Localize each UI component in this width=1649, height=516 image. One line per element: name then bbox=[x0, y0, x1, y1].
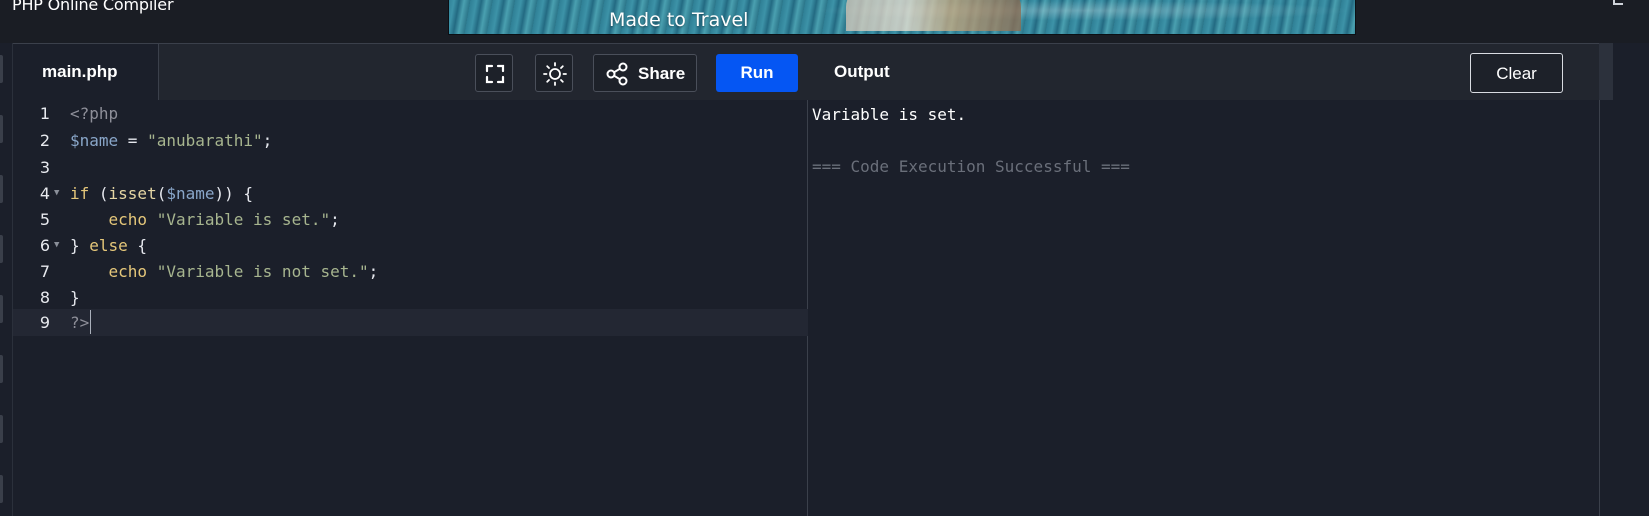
code-token: <?php bbox=[70, 104, 119, 123]
share-label: Share bbox=[638, 64, 686, 83]
left-sidebar-rail bbox=[0, 43, 13, 516]
code-text: <?php bbox=[70, 100, 118, 127]
code-token: echo bbox=[108, 210, 148, 229]
code-token: = bbox=[118, 131, 148, 150]
top-bar: PHP Online Compiler Made to Travel bbox=[0, 0, 1649, 43]
code-token: $name bbox=[166, 184, 215, 203]
rail-tick bbox=[0, 235, 3, 263]
clear-button[interactable]: Clear bbox=[1470, 53, 1563, 93]
theme-toggle-button[interactable] bbox=[535, 54, 573, 92]
output-toolbar: Output Clear bbox=[808, 43, 1599, 100]
output-status-line: === Code Execution Successful === bbox=[812, 157, 1130, 176]
code-line[interactable]: 4 ▼ if (isset($name)) { bbox=[13, 180, 808, 207]
code-line[interactable]: 2 $name = "anubarathi"; bbox=[13, 127, 808, 154]
line-number: 1 bbox=[39, 104, 50, 123]
ad-figure-image bbox=[846, 0, 1021, 31]
line-number: 3 bbox=[39, 158, 50, 177]
code-token: $name bbox=[70, 131, 119, 150]
code-token: { bbox=[127, 236, 148, 255]
code-token: ( bbox=[89, 184, 109, 203]
output-console[interactable]: Variable is set. === Code Execution Succ… bbox=[808, 100, 1599, 516]
text-cursor bbox=[90, 310, 92, 334]
code-line[interactable]: 6 ▼ } else { bbox=[13, 232, 808, 259]
run-button[interactable]: Run bbox=[716, 54, 798, 92]
editor-toolbar: main.php Share Run bbox=[13, 43, 808, 101]
line-number: 6 bbox=[39, 236, 50, 255]
ad-text: Made to Travel bbox=[609, 9, 749, 31]
rail-tick bbox=[0, 55, 3, 83]
code-token: } bbox=[70, 236, 90, 255]
scrollbar-thumb[interactable] bbox=[1599, 43, 1613, 100]
rail-tick bbox=[0, 115, 3, 143]
code-token: )) { bbox=[214, 184, 254, 203]
share-button[interactable]: Share bbox=[593, 54, 697, 92]
code-line[interactable]: 3 bbox=[13, 154, 808, 181]
tab-label: main.php bbox=[42, 62, 118, 81]
code-token: echo bbox=[108, 262, 148, 281]
output-title: Output bbox=[834, 62, 890, 81]
code-line[interactable]: 7 echo "Variable is not set."; bbox=[13, 258, 808, 285]
code-text: $name = "anubarathi"; bbox=[70, 127, 272, 154]
rail-tick bbox=[0, 475, 3, 503]
line-number: 2 bbox=[39, 131, 50, 150]
code-token: if bbox=[70, 184, 90, 203]
tab-main-php[interactable]: main.php bbox=[13, 44, 159, 101]
rail-tick bbox=[0, 295, 3, 323]
scrollbar-track[interactable] bbox=[1599, 43, 1649, 516]
rail-tick bbox=[0, 415, 3, 443]
code-token: else bbox=[89, 236, 128, 255]
rail-tick bbox=[0, 355, 3, 383]
code-token: "Variable is set." bbox=[156, 210, 331, 229]
fullscreen-icon bbox=[485, 64, 505, 84]
run-label: Run bbox=[740, 63, 774, 82]
corner-icon[interactable] bbox=[1613, 0, 1623, 5]
code-line-active[interactable]: 9 ?> bbox=[13, 309, 808, 336]
code-token: "anubarathi" bbox=[147, 131, 263, 150]
output-result-line: Variable is set. bbox=[812, 105, 967, 124]
rail-tick bbox=[0, 175, 3, 203]
code-token: ; bbox=[368, 262, 379, 281]
share-icon bbox=[606, 62, 628, 86]
code-text: echo "Variable is set."; bbox=[70, 206, 340, 233]
code-line[interactable]: 8 } bbox=[13, 284, 808, 311]
line-number: 7 bbox=[39, 262, 50, 281]
code-line[interactable]: 1 <?php bbox=[13, 100, 808, 127]
code-token: isset bbox=[108, 184, 157, 203]
code-token: ; bbox=[330, 210, 340, 229]
code-line[interactable]: 5 echo "Variable is set."; bbox=[13, 206, 808, 233]
code-token: ( bbox=[156, 184, 167, 203]
clear-label: Clear bbox=[1496, 64, 1537, 83]
line-number: 8 bbox=[39, 288, 50, 307]
line-number: 4 bbox=[39, 184, 50, 203]
code-token: ; bbox=[262, 131, 273, 150]
line-number: 9 bbox=[39, 313, 50, 332]
code-editor[interactable]: 1 <?php 2 $name = "anubarathi"; 3 4 ▼ if… bbox=[13, 100, 808, 516]
code-text: echo "Variable is not set."; bbox=[70, 258, 379, 285]
fold-arrow-icon[interactable]: ▼ bbox=[54, 180, 59, 207]
site-title[interactable]: PHP Online Compiler bbox=[12, 0, 174, 14]
code-text: ?> bbox=[70, 309, 92, 336]
code-text: if (isset($name)) { bbox=[70, 180, 253, 207]
ad-banner[interactable]: Made to Travel bbox=[448, 0, 1356, 35]
line-number: 5 bbox=[39, 210, 50, 229]
code-text: } bbox=[70, 288, 80, 307]
fold-arrow-icon[interactable]: ▼ bbox=[54, 232, 59, 259]
code-token: ?> bbox=[70, 313, 90, 332]
sun-icon bbox=[543, 62, 567, 86]
code-token: "Variable is not set." bbox=[156, 262, 369, 281]
fullscreen-button[interactable] bbox=[475, 54, 513, 92]
code-text: } else { bbox=[70, 232, 147, 259]
